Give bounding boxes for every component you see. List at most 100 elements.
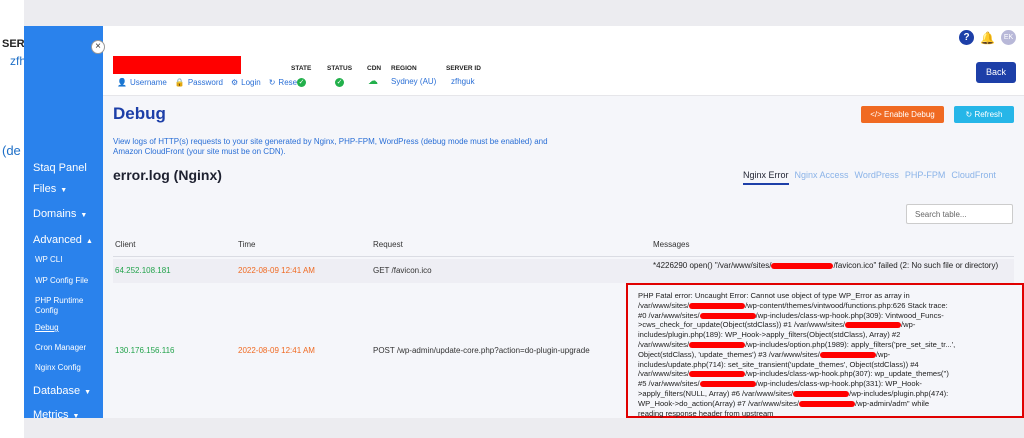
debug-content: Debug </> Enable Debug ↻ Refresh View lo… — [103, 96, 1024, 418]
message-text: >apply_filters(NULL, Array) #6 /var/www/… — [638, 388, 794, 398]
highlighted-error-box: PHP Fatal error: Uncaught Error: Cannot … — [626, 283, 1024, 418]
message-text: /wp-includes/plugin.php(474): — [849, 388, 949, 398]
enable-debug-button[interactable]: </> Enable Debug — [861, 106, 944, 123]
sidebar-item-domains[interactable]: Domains ▼ — [33, 208, 87, 220]
redaction-mark — [689, 371, 746, 378]
message-text: /favicon.ico" failed (2: No such file or… — [833, 261, 999, 270]
message-text: WP_Hook->do_action(Array) #7 /var/www/si… — [638, 398, 800, 408]
help-icon[interactable]: ? — [959, 30, 975, 45]
debug-modal: Staq Panel Files ▼ Domains ▼ Advanced ▲ WP … — [24, 26, 1024, 418]
table-header: Client Time Request Messages — [113, 232, 1014, 257]
message-text: >cws_check_for_update(Object(stdClass)) … — [638, 320, 846, 330]
region-value: Sydney (AU) — [391, 77, 437, 86]
sidebar-item-staq-panel[interactable]: Staq Panel — [33, 162, 87, 174]
sidebar-item-debug[interactable]: Debug — [35, 323, 59, 332]
check-icon: ✓ — [335, 78, 344, 87]
message-text: /wp-includes/option.php(1989): apply_fil… — [745, 339, 956, 349]
log-request: GET /favicon.ico — [373, 266, 432, 275]
sidebar-item-label: Config — [35, 306, 59, 315]
client-ip: 130.176.156.116 — [115, 346, 175, 355]
log-time: 2022-08-09 12:41 AM — [238, 346, 315, 355]
redaction-mark — [819, 351, 876, 358]
state-label: STATE — [291, 65, 312, 72]
message-text: includes/update.php(714): set_site_trans… — [638, 359, 919, 369]
sidebar-item-php-runtime-config[interactable]: PHP Runtime Config — [35, 296, 83, 316]
sidebar-item-wp-config-file[interactable]: WP Config File — [35, 276, 88, 285]
sidebar-item-wp-cli[interactable]: WP CLI — [35, 255, 62, 264]
server-id-value: zfhguk — [451, 77, 475, 86]
state-value: ✓ — [297, 77, 306, 87]
tab-wordpress[interactable]: WordPress — [855, 170, 899, 185]
page-description: View logs of HTTP(s) requests to your si… — [113, 137, 548, 156]
bell-icon[interactable]: 🔔 — [980, 31, 995, 45]
log-tabs: Nginx Error Nginx Access WordPress PHP-F… — [743, 170, 996, 185]
background-text-server: SER — [2, 38, 25, 50]
tab-nginx-access[interactable]: Nginx Access — [795, 170, 849, 185]
redaction-mark — [771, 262, 834, 269]
message-text: /wp-includes/class-wp-hook.php(331): WP_… — [755, 379, 922, 389]
cdn-value: ☁ — [368, 76, 378, 87]
reset-link[interactable]: ↻ Reset — [269, 78, 300, 87]
status-label: STATUS — [327, 65, 353, 72]
sidebar-item-label: Domains — [33, 208, 77, 220]
lock-icon: 🔒 — [174, 78, 185, 87]
tab-php-fpm[interactable]: PHP-FPM — [905, 170, 946, 185]
message-text: /var/www/sites/ — [638, 339, 690, 349]
message-text: /wp-includes/class-wp-hook.php(307): wp_… — [745, 369, 949, 379]
username-link[interactable]: 👤 Username — [117, 78, 167, 87]
message-text: /wp-content/themes/vintwood/functions.ph… — [745, 300, 948, 310]
password-link[interactable]: 🔒 Password — [175, 78, 223, 87]
column-header-client: Client — [115, 240, 136, 249]
sidebar-item-cron-manager[interactable]: Cron Manager — [35, 343, 86, 352]
back-button[interactable]: Back — [976, 62, 1016, 83]
reset-icon: ↻ — [268, 78, 276, 87]
redaction-mark — [689, 341, 746, 348]
sidebar-item-database[interactable]: Database ▼ — [33, 385, 91, 397]
link-label: Password — [187, 78, 223, 87]
column-header-request: Request — [373, 240, 403, 249]
log-title: error.log (Nginx) — [113, 167, 222, 183]
log-time: 2022-08-09 12:41 AM — [238, 266, 315, 275]
tab-nginx-error[interactable]: Nginx Error — [743, 170, 789, 185]
message-text: Object(stdClass), 'update_themes') #3 /v… — [638, 349, 820, 359]
link-label: Login — [241, 78, 261, 87]
chevron-up-icon: ▲ — [85, 238, 93, 245]
redaction-mark — [799, 400, 856, 407]
server-id-label: SERVER ID — [446, 65, 481, 72]
redaction-mark — [689, 302, 746, 309]
redaction-mark — [699, 312, 756, 319]
login-link[interactable]: ⚙ Login — [231, 78, 261, 87]
table-row: 130.176.156.116 2022-08-09 12:41 AM POST… — [113, 283, 1024, 418]
sidebar-item-advanced[interactable]: Advanced ▲ — [33, 234, 93, 246]
column-header-time: Time — [238, 240, 256, 249]
redacted-site-name — [113, 56, 241, 74]
link-label: Username — [129, 78, 167, 87]
sidebar-item-files[interactable]: Files ▼ — [33, 183, 67, 195]
search-input[interactable] — [906, 204, 1013, 224]
avatar[interactable]: EK — [1001, 30, 1016, 45]
redaction-mark — [845, 322, 902, 329]
tab-cloudfront[interactable]: CloudFront — [951, 170, 996, 185]
redaction-mark — [699, 381, 756, 388]
chevron-down-icon: ▼ — [80, 212, 88, 219]
login-icon: ⚙ — [230, 78, 239, 87]
overlay-top — [24, 0, 1024, 26]
user-icon: 👤 — [117, 78, 127, 87]
main-panel: ? 🔔 EK 👤 Username 🔒 Password ⚙ Login ↻ Reset… — [103, 26, 1024, 418]
message-text: *4226290 open() "/var/www/sites/ — [653, 261, 772, 270]
site-info-bar: 👤 Username 🔒 Password ⚙ Login ↻ Reset STATE … — [103, 54, 1024, 96]
refresh-button[interactable]: ↻ Refresh — [954, 106, 1014, 123]
log-message: PHP Fatal error: Uncaught Error: Cannot … — [638, 291, 1018, 418]
sidebar-item-nginx-config[interactable]: Nginx Config — [35, 363, 81, 372]
sidebar-item-metrics[interactable]: Metrics ▼ — [33, 409, 79, 418]
column-header-messages: Messages — [653, 240, 690, 249]
background-page: SER zfh (de — [0, 0, 26, 438]
client-ip: 64.252.108.181 — [115, 266, 171, 275]
cloud-icon: ☁ — [368, 76, 378, 87]
message-text: /wp-includes/class-wp-hook.php(309): Vin… — [755, 310, 944, 320]
sidebar: Staq Panel Files ▼ Domains ▼ Advanced ▲ WP … — [24, 26, 103, 418]
message-text: /wp- — [875, 349, 891, 359]
message-text: /wp- — [901, 320, 916, 330]
message-text: reading response header from upstream — [638, 408, 774, 418]
close-icon[interactable]: × — [91, 40, 105, 54]
